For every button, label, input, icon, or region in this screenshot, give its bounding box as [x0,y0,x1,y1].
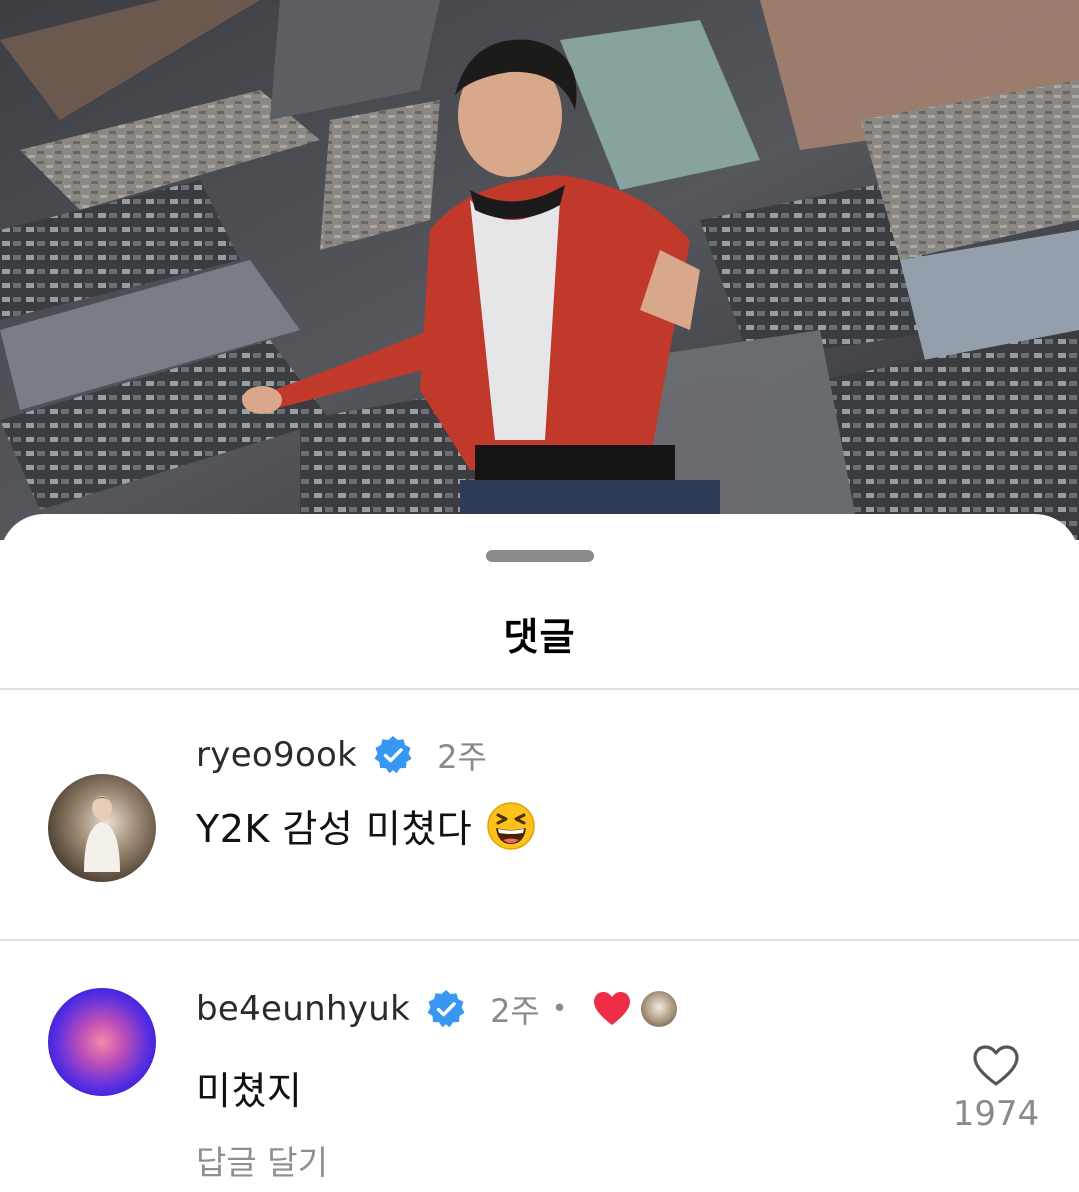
verified-badge-icon [427,990,465,1028]
header-divider [0,688,1079,690]
separator-dot: • [551,994,568,1024]
comments-sheet: 댓글 ryeo9ook 2주 Y2K 감성 미쳤다 be4eunhyuk 2주 … [0,514,1079,1192]
verified-badge-icon [374,736,412,774]
avatar-person-icon [84,796,120,872]
comment-text: Y2K 감성 미쳤다 [196,807,473,851]
username[interactable]: ryeo9ook [196,735,357,775]
sheet-title: 댓글 [503,615,576,659]
comment-text-row: Y2K 감성 미쳤다 [196,798,536,853]
reply-button[interactable]: 답글 달기 [196,1136,328,1184]
author-avatar-small [641,991,678,1027]
comment-time: 2주 [437,738,487,776]
heart-outline-icon[interactable] [972,1044,1020,1088]
comments-screen: 댓글 ryeo9ook 2주 Y2K 감성 미쳤다 be4eunhyuk 2주 … [0,0,1079,1192]
comment-meta: ryeo9ook 2주 [196,730,487,780]
avatar[interactable] [48,988,156,1096]
grinning-squinting-face-icon [487,801,536,850]
comment-text: 미쳤지 [196,1069,303,1113]
avatar[interactable] [48,774,156,882]
comment-meta: be4eunhyuk 2주 • [196,984,678,1034]
post-image [0,0,1079,540]
comment-time: 2주 [490,992,540,1030]
comment-text-row: 미쳤지 [196,1060,302,1115]
username[interactable]: be4eunhyuk [196,989,410,1029]
post-photo [0,0,1079,540]
like-count: 1974 [952,1094,1040,1134]
author-liked-heart-icon [594,992,631,1025]
drag-handle[interactable] [486,550,594,562]
comment-divider [0,939,1079,941]
